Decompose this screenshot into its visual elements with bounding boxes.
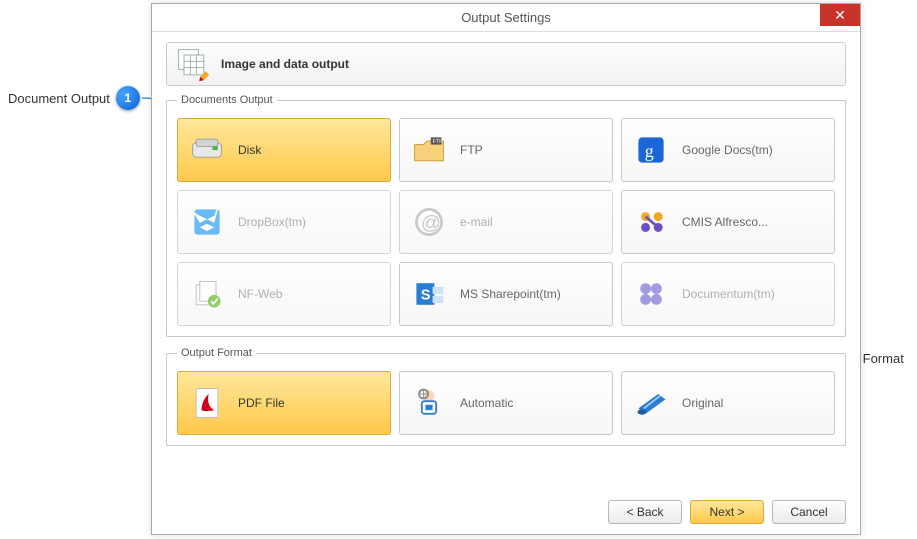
spreadsheet-pencil-icon xyxy=(175,46,211,82)
tile-pdf[interactable]: PDF File xyxy=(177,371,391,435)
header-title: Image and data output xyxy=(221,57,349,71)
tile-sharepoint[interactable]: S MS Sharepoint(tm) xyxy=(399,262,613,326)
svg-text:@: @ xyxy=(421,212,441,234)
tile-label: MS Sharepoint(tm) xyxy=(460,287,561,301)
email-icon: @ xyxy=(410,203,448,241)
tile-label: Automatic xyxy=(460,396,513,410)
tile-label: CMIS Alfresco... xyxy=(682,215,768,229)
documents-output-legend: Documents Output xyxy=(177,94,277,106)
tile-label: PDF File xyxy=(238,396,285,410)
ftp-icon: FTP xyxy=(410,131,448,169)
svg-text:S: S xyxy=(421,287,431,303)
titlebar: Output Settings ✕ xyxy=(152,4,860,32)
tile-label: Disk xyxy=(238,143,261,157)
callout-1-bubble: 1 xyxy=(116,86,140,110)
tile-label: Original xyxy=(682,396,723,410)
dropbox-icon xyxy=(188,203,226,241)
tile-documentum[interactable]: Documentum(tm) xyxy=(621,262,835,326)
tile-disk[interactable]: Disk xyxy=(177,118,391,182)
scanner-icon xyxy=(632,384,670,422)
tile-label: FTP xyxy=(460,143,483,157)
tile-email[interactable]: @ e-mail xyxy=(399,190,613,254)
callout-document-output: Document Output 1 xyxy=(8,86,140,110)
close-icon: ✕ xyxy=(834,7,846,23)
documentum-icon xyxy=(632,275,670,313)
disk-icon xyxy=(188,131,226,169)
tile-dropbox[interactable]: DropBox(tm) xyxy=(177,190,391,254)
window-title: Output Settings xyxy=(461,10,551,25)
automatic-icon xyxy=(410,384,448,422)
close-button[interactable]: ✕ xyxy=(820,4,860,26)
svg-text:FTP: FTP xyxy=(433,139,444,145)
svg-text:g: g xyxy=(645,141,654,161)
back-button[interactable]: < Back xyxy=(608,500,682,524)
wizard-footer: < Back Next > Cancel xyxy=(608,500,846,524)
nfweb-icon xyxy=(188,275,226,313)
output-settings-window: Output Settings ✕ Image and data output xyxy=(151,3,861,535)
tile-label: DropBox(tm) xyxy=(238,215,306,229)
tile-label: Google Docs(tm) xyxy=(682,143,773,157)
tile-label: NF-Web xyxy=(238,287,282,301)
tile-label: Documentum(tm) xyxy=(682,287,775,301)
next-button[interactable]: Next > xyxy=(690,500,764,524)
tile-nf-web[interactable]: NF-Web xyxy=(177,262,391,326)
header-banner: Image and data output xyxy=(166,42,846,86)
sharepoint-icon: S xyxy=(410,275,448,313)
callout-1-label: Document Output xyxy=(8,91,110,106)
tile-label: e-mail xyxy=(460,215,493,229)
output-format-group: Output Format PDF File xyxy=(166,347,846,446)
tile-google-docs[interactable]: g Google Docs(tm) xyxy=(621,118,835,182)
tile-original[interactable]: Original xyxy=(621,371,835,435)
tile-ftp[interactable]: FTP FTP xyxy=(399,118,613,182)
tile-cmis-alfresco[interactable]: CMIS Alfresco... xyxy=(621,190,835,254)
tile-automatic[interactable]: Automatic xyxy=(399,371,613,435)
cancel-button[interactable]: Cancel xyxy=(772,500,846,524)
google-icon: g xyxy=(632,131,670,169)
pdf-icon xyxy=(188,384,226,422)
documents-output-group: Documents Output Disk xyxy=(166,94,846,337)
cmis-icon xyxy=(632,203,670,241)
output-format-legend: Output Format xyxy=(177,347,256,359)
